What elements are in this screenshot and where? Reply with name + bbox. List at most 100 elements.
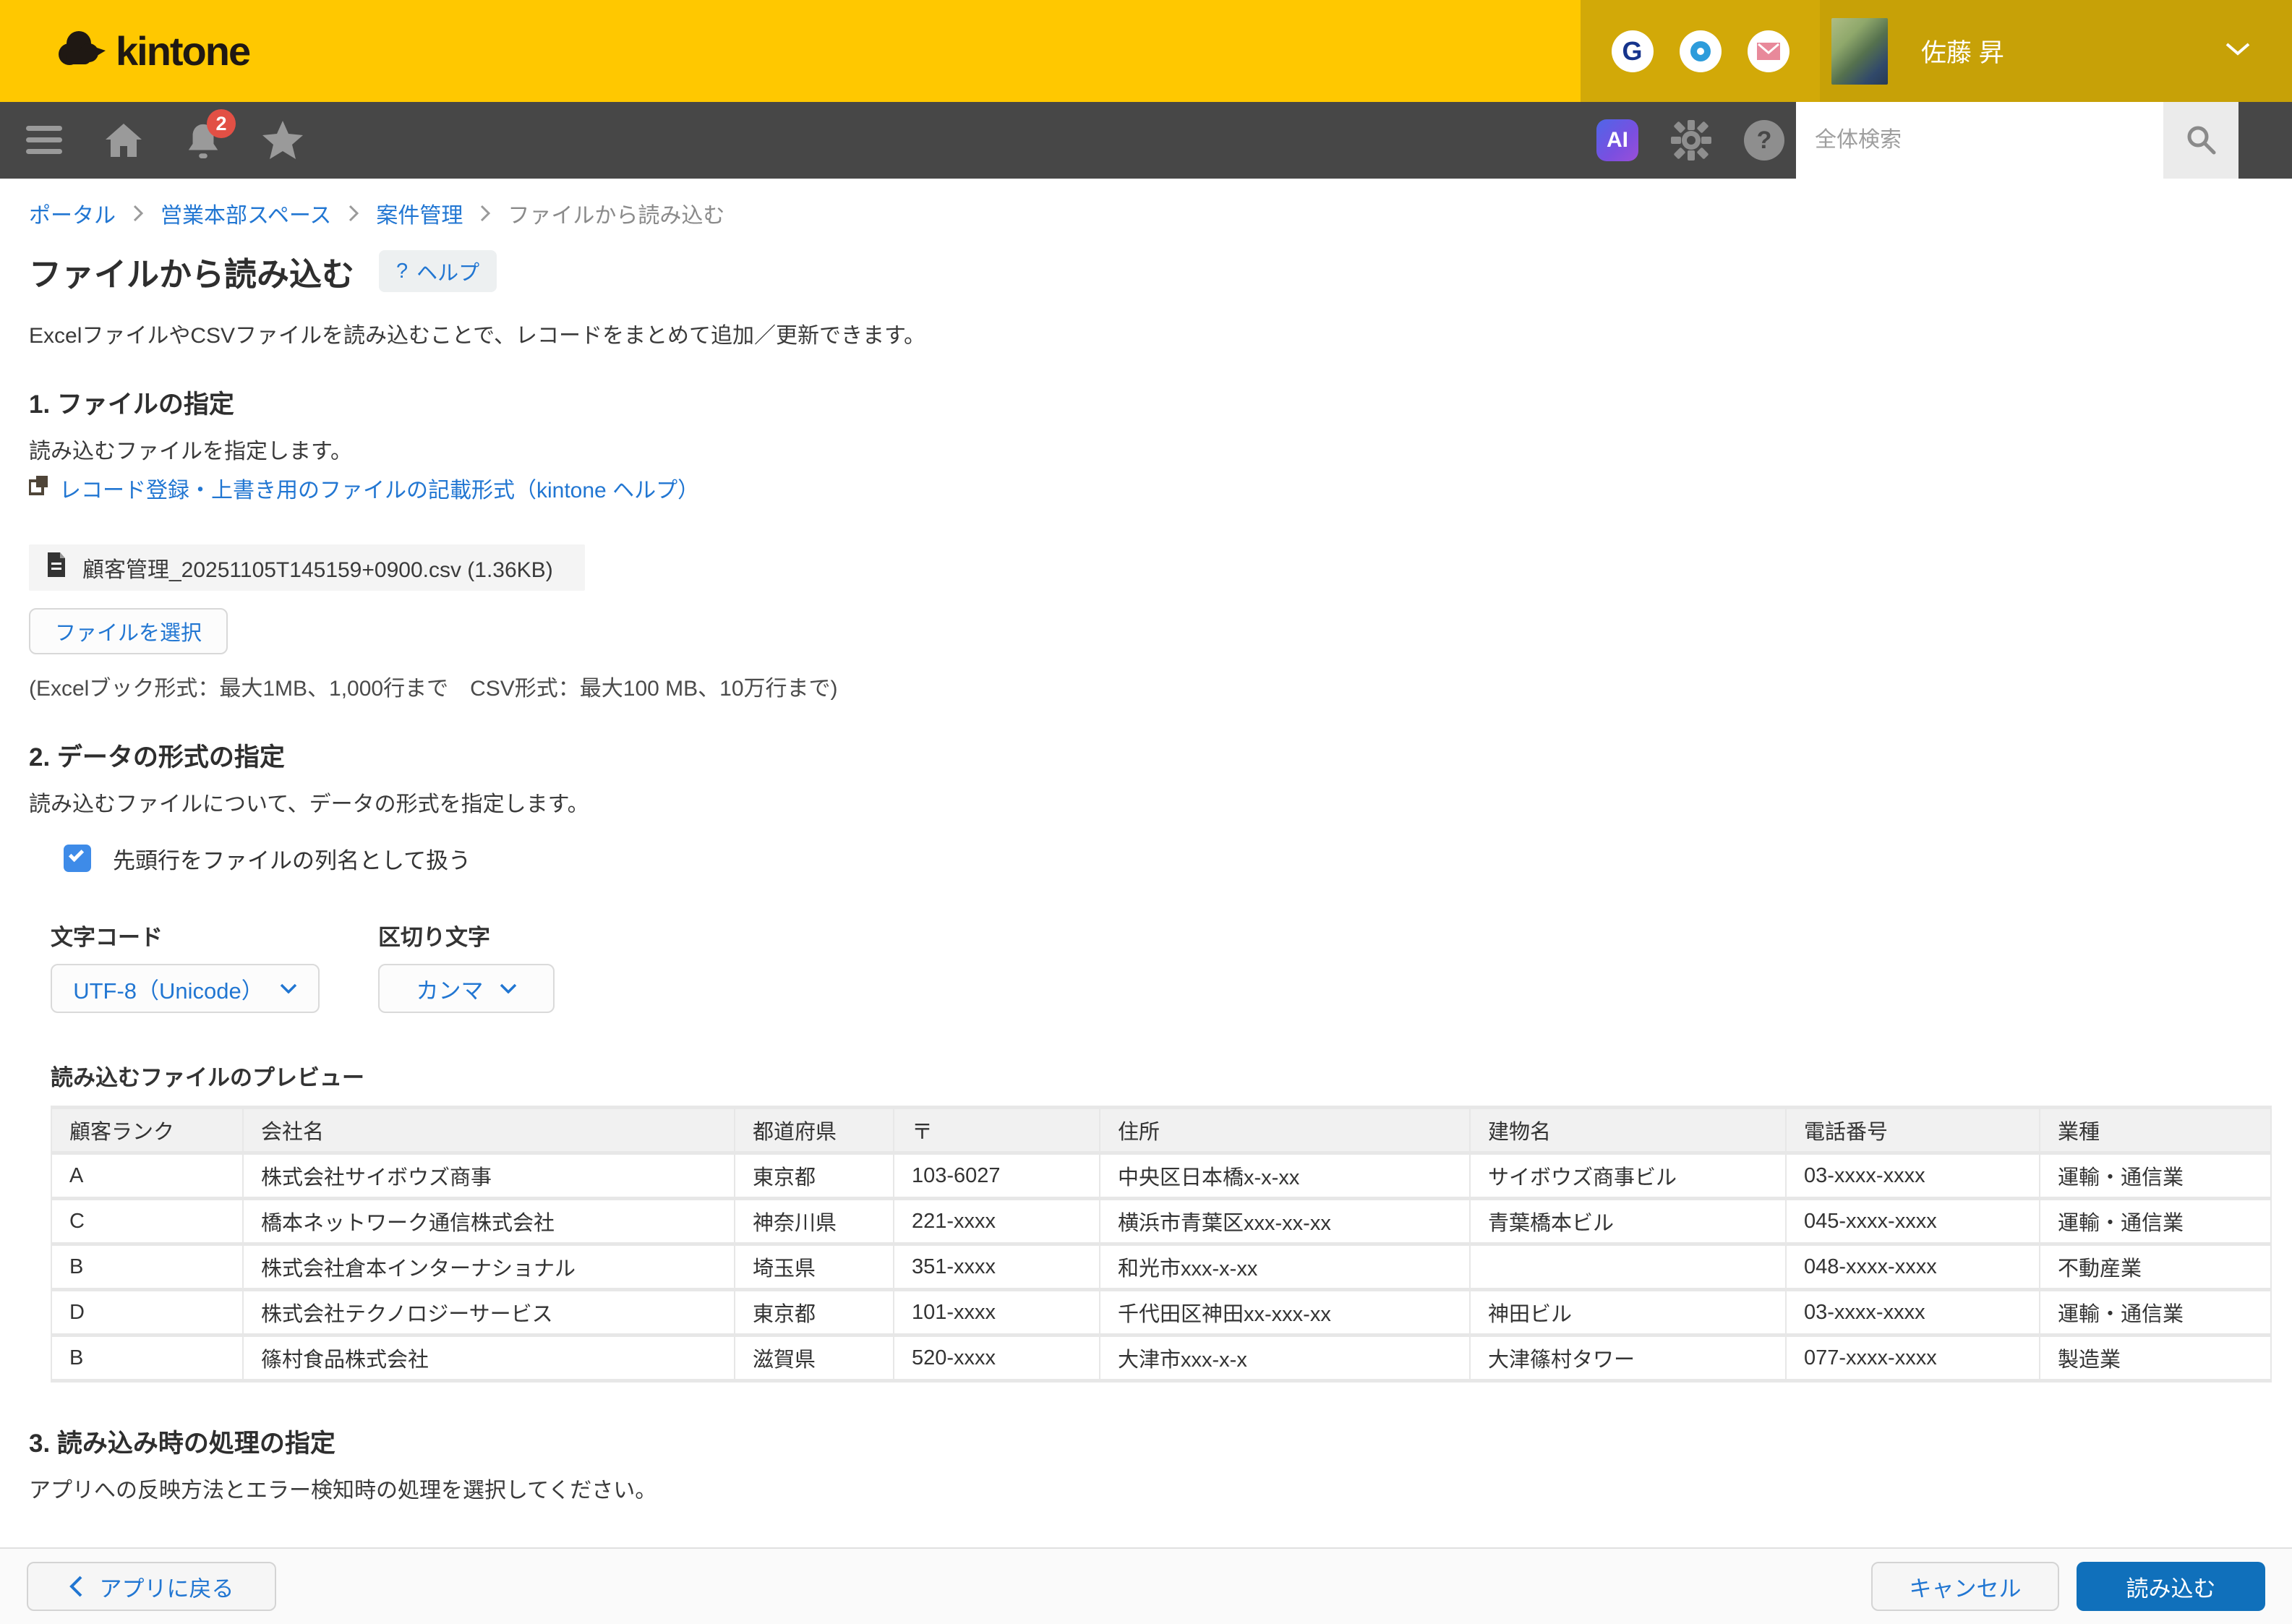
- back-to-app-button[interactable]: アプリに戻る: [27, 1562, 276, 1611]
- table-row: B株式会社倉本インターナショナル埼玉県351-xxxx和光市xxx-x-xx 04…: [52, 1246, 2270, 1288]
- preview-table-head: 顧客ランク会社名都道府県〒住所建物名電話番号業種: [52, 1109, 2270, 1151]
- hamburger-menu-icon[interactable]: [23, 119, 65, 161]
- table-cell: サイボウズ商事ビル: [1471, 1155, 1785, 1197]
- user-menu[interactable]: 佐藤 昇: [1820, 0, 2292, 102]
- kintone-cloud-icon: [55, 27, 107, 75]
- table-cell: 千代田区神田xx-xxx-xx: [1100, 1291, 1469, 1333]
- header-row-checkbox[interactable]: [64, 845, 91, 872]
- user-name: 佐藤 昇: [1921, 33, 2004, 69]
- preview-table: 顧客ランク会社名都道府県〒住所建物名電話番号業種 A株式会社サイボウズ商事東京都…: [51, 1106, 2272, 1382]
- page-description: ExcelファイルやCSVファイルを読み込むことで、レコードをまとめて追加／更新…: [0, 317, 2292, 343]
- chevron-left-icon: [69, 1576, 82, 1597]
- table-row: D株式会社テクノロジーサービス東京都101-xxxx千代田区神田xx-xxx-x…: [52, 1291, 2270, 1333]
- table-cell: 048-xxxx-xxxx: [1787, 1246, 2039, 1288]
- table-header-cell: 住所: [1100, 1109, 1469, 1151]
- search-input[interactable]: [1796, 102, 2163, 179]
- breadcrumb-current: ファイルから読み込む: [508, 197, 724, 229]
- page-help-button[interactable]: ? ヘルプ: [379, 250, 497, 292]
- mail-service-icon[interactable]: [1748, 30, 1789, 72]
- table-row: A株式会社サイボウズ商事東京都103-6027中央区日本橋x-x-xxサイボウズ…: [52, 1155, 2270, 1197]
- nav-right-icons: AI ?: [1596, 102, 1784, 179]
- favorites-star-icon[interactable]: [262, 119, 304, 161]
- table-cell: 東京都: [735, 1155, 893, 1197]
- table-row: C橋本ネットワーク通信株式会社神奈川県221-xxxx横浜市青葉区xxx-xx-…: [52, 1200, 2270, 1242]
- home-icon[interactable]: [103, 119, 145, 161]
- table-cell: 大津篠村タワー: [1471, 1337, 1785, 1379]
- import-button[interactable]: 読み込む: [2077, 1562, 2265, 1611]
- table-cell: 埼玉県: [735, 1246, 893, 1288]
- settings-gear-icon[interactable]: [1670, 119, 1712, 161]
- table-cell: 103-6027: [894, 1155, 1099, 1197]
- file-size-limits-note: (Excelブック形式：最大1MB、1,000行まで CSV形式：最大100 M…: [0, 670, 2292, 696]
- service-icons-zone: G: [1581, 0, 1820, 102]
- section3-description: アプリへの反映方法とエラー検知時の処理を選択してください。: [0, 1472, 2292, 1498]
- notification-bell-icon[interactable]: 2: [182, 119, 224, 161]
- breadcrumb-separator-icon: [480, 205, 490, 222]
- preview-table-body: A株式会社サイボウズ商事東京都103-6027中央区日本橋x-x-xxサイボウズ…: [52, 1155, 2270, 1379]
- table-cell: 03-xxxx-xxxx: [1787, 1291, 2039, 1333]
- header-row-checkbox-label: 先頭行をファイルの列名として扱う: [113, 842, 471, 875]
- breadcrumb-space-link[interactable]: 営業本部スペース: [161, 197, 331, 229]
- table-cell: 不動産業: [2040, 1246, 2270, 1288]
- table-cell: 101-xxxx: [894, 1291, 1099, 1333]
- table-cell: 株式会社倉本インターナショナル: [244, 1246, 734, 1288]
- table-header-cell: 電話番号: [1787, 1109, 2039, 1151]
- top-header-bar: kintone G 佐藤 昇: [0, 0, 2292, 102]
- ai-assistant-icon[interactable]: AI: [1596, 119, 1638, 161]
- table-cell: 大津市xxx-x-x: [1100, 1337, 1469, 1379]
- kintone-logo[interactable]: kintone: [55, 27, 249, 75]
- search-button[interactable]: [2163, 102, 2238, 179]
- file-format-help-link[interactable]: レコード登録・上書き用のファイルの記載形式（kintone ヘルプ）: [59, 472, 699, 504]
- table-cell: 橋本ネットワーク通信株式会社: [244, 1200, 734, 1242]
- delimiter-label: 区切り文字: [378, 919, 555, 946]
- table-cell: 製造業: [2040, 1337, 2270, 1379]
- o-service-icon[interactable]: [1680, 30, 1722, 72]
- global-search: [1796, 102, 2238, 179]
- g-service-icon[interactable]: G: [1612, 30, 1654, 72]
- table-cell: B: [52, 1246, 242, 1288]
- table-cell: D: [52, 1291, 242, 1333]
- table-cell: 株式会社サイボウズ商事: [244, 1155, 734, 1197]
- breadcrumb-app-link[interactable]: 案件管理: [376, 197, 463, 229]
- table-cell: 和光市xxx-x-xx: [1100, 1246, 1469, 1288]
- table-cell: 運輸・通信業: [2040, 1291, 2270, 1333]
- table-header-cell: 〒: [894, 1109, 1099, 1151]
- help-icon[interactable]: ?: [1744, 120, 1784, 161]
- chevron-down-icon: [280, 983, 297, 993]
- global-nav-bar: 2 AI: [0, 102, 2292, 179]
- section2-description: 読み込むファイルについて、データの形式を指定します。: [0, 786, 2292, 812]
- cancel-button[interactable]: キャンセル: [1871, 1562, 2059, 1611]
- table-header-cell: 都道府県: [735, 1109, 893, 1151]
- preview-table-label: 読み込むファイルのプレビュー: [0, 1059, 2292, 1087]
- table-cell: 351-xxxx: [894, 1246, 1099, 1288]
- header-right-area: G 佐藤 昇: [1581, 0, 2292, 102]
- envelope-icon: [1757, 43, 1780, 60]
- user-avatar: [1831, 18, 1888, 85]
- table-cell: 045-xxxx-xxxx: [1787, 1200, 2039, 1242]
- table-cell: 運輸・通信業: [2040, 1155, 2270, 1197]
- chevron-down-icon: [2225, 43, 2250, 59]
- check-icon: [69, 847, 84, 862]
- footer-action-bar: アプリに戻る キャンセル 読み込む: [0, 1547, 2292, 1624]
- question-mark-icon: ?: [396, 260, 408, 283]
- table-cell: 横浜市青葉区xxx-xx-xx: [1100, 1200, 1469, 1242]
- charset-dropdown[interactable]: UTF-8（Unicode）: [51, 964, 320, 1013]
- breadcrumb: ポータル 営業本部スペース 案件管理 ファイルから読み込む: [0, 197, 2292, 229]
- section1-heading: 1. ファイルの指定: [0, 384, 2292, 413]
- table-cell: 滋賀県: [735, 1337, 893, 1379]
- breadcrumb-portal-link[interactable]: ポータル: [29, 197, 116, 229]
- table-cell: 株式会社テクノロジーサービス: [244, 1291, 734, 1333]
- table-header-cell: 会社名: [244, 1109, 734, 1151]
- table-cell: 運輸・通信業: [2040, 1200, 2270, 1242]
- table-cell: [1471, 1246, 1785, 1288]
- search-icon: [2185, 124, 2217, 158]
- charset-label: 文字コード: [51, 919, 320, 946]
- table-cell: C: [52, 1200, 242, 1242]
- select-file-button[interactable]: ファイルを選択: [29, 608, 228, 654]
- section3-heading: 3. 読み込み時の処理の指定: [0, 1423, 2292, 1452]
- table-cell: 520-xxxx: [894, 1337, 1099, 1379]
- table-cell: 中央区日本橋x-x-xx: [1100, 1155, 1469, 1197]
- delimiter-dropdown[interactable]: カンマ: [378, 964, 555, 1013]
- chevron-down-icon: [500, 983, 517, 993]
- table-header-cell: 顧客ランク: [52, 1109, 242, 1151]
